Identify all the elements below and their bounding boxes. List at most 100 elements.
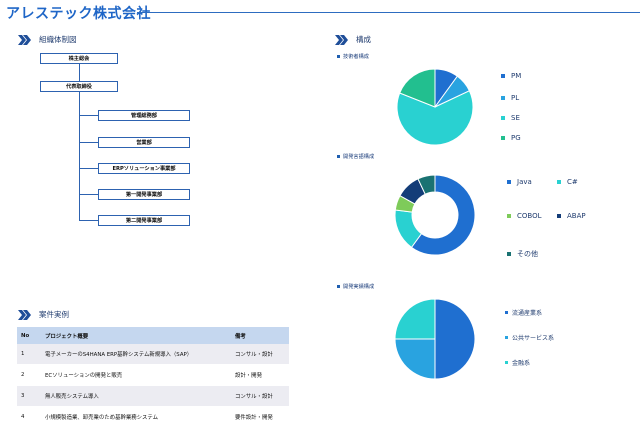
chart-label-engineers: 技術者構成 <box>337 53 369 60</box>
pie-slice-2 <box>394 338 436 380</box>
double-chevron-right-icon <box>335 34 348 45</box>
legend-swatch <box>507 252 511 256</box>
legend-label: PM <box>511 72 522 80</box>
composition-section-heading: 構成 <box>335 34 371 45</box>
legend-item: C# <box>557 178 578 186</box>
column-header: プロジェクト概要 <box>41 327 231 344</box>
dept-box-sales: 営業部 <box>98 137 190 148</box>
table-cell: 4 <box>17 406 41 428</box>
legend-item: COBOL <box>507 212 542 220</box>
dept-label: ERPソリューション事業部 <box>112 166 176 172</box>
dept-label: 第一開発事業部 <box>125 192 163 198</box>
column-header: No <box>17 327 41 344</box>
chart-label-results: 開発実績構成 <box>337 283 374 290</box>
table-cell: 3 <box>17 385 41 407</box>
chart-label-languages: 開発言語構成 <box>337 153 374 160</box>
legend-item: 金融系 <box>505 358 530 367</box>
legend-swatch <box>501 74 505 78</box>
table-row: 1 電子メーカーのS4HANA ERP基幹システム新規導入（SAP） コンサル・… <box>17 344 289 365</box>
legend-swatch <box>507 214 511 218</box>
legend-swatch <box>507 180 511 184</box>
legend-swatch <box>505 361 508 364</box>
page-title: アレステック株式会社 <box>6 6 151 22</box>
table-header-row: No プロジェクト概要 備考 <box>17 327 289 344</box>
ceo-label: 代表取締役 <box>66 84 92 90</box>
table-cell: 要件設計・開発 <box>231 406 289 428</box>
legend-label: C# <box>567 178 578 186</box>
chart-label-text: 技術者構成 <box>343 54 369 60</box>
legend-swatch <box>557 214 561 218</box>
table-cell: 小規模製造業、卸売業のため基幹業務システム <box>41 406 231 428</box>
table-cell: コンサル・設計 <box>231 385 289 407</box>
legend-swatch <box>505 336 508 339</box>
legend-label: その他 <box>517 250 538 258</box>
pie-slice-3 <box>394 298 436 340</box>
connector-line <box>79 168 98 169</box>
legend-item: 流通産業系 <box>505 308 542 317</box>
legend-label: SE <box>511 114 520 122</box>
cases-heading-text: 案件実例 <box>39 310 69 319</box>
dept-box-dev2: 第二開発事業部 <box>98 215 190 226</box>
title-divider <box>137 12 640 13</box>
dept-label: 第二開発事業部 <box>125 218 163 224</box>
cases-section-heading: 案件実例 <box>18 309 69 320</box>
legend-label: ABAP <box>567 212 586 220</box>
cases-table: No プロジェクト概要 備考 1 電子メーカーのS4HANA ERP基幹システム… <box>17 327 289 428</box>
table-cell: 1 <box>17 344 41 365</box>
table-row: 4 小規模製造業、卸売業のため基幹業務システム 要件設計・開発 <box>17 406 289 428</box>
donut-chart-languages <box>394 174 476 256</box>
ceo-box: 代表取締役 <box>40 81 118 92</box>
connector-line <box>79 64 80 81</box>
legend-label: 公共サービス系 <box>512 335 555 342</box>
legend-label: 流通産業系 <box>512 310 543 317</box>
table-row: 2 ECソリューションの開発と販売 設計・開発 <box>17 364 289 386</box>
legend-label: COBOL <box>517 212 542 220</box>
chart-label-text: 開発言語構成 <box>343 154 375 160</box>
shareholders-box: 株主総会 <box>40 53 118 64</box>
legend-label: 金融系 <box>512 360 531 367</box>
table-cell: 電子メーカーのS4HANA ERP基幹システム新規導入（SAP） <box>41 344 231 365</box>
legend-item: SE <box>501 114 520 122</box>
legend-label: PL <box>511 94 520 102</box>
dept-box-dev1: 第一開発事業部 <box>98 189 190 200</box>
table-cell: 設計・開発 <box>231 364 289 386</box>
legend-item: 公共サービス系 <box>505 333 554 342</box>
connector-line <box>79 92 80 220</box>
legend-swatch <box>501 116 505 120</box>
org-heading-text: 組織体制図 <box>39 35 77 44</box>
table-cell: 2 <box>17 364 41 386</box>
org-section-heading: 組織体制図 <box>18 34 77 45</box>
legend-swatch <box>505 311 508 314</box>
dept-box-admin: 管理総務部 <box>98 110 190 121</box>
dept-label: 営業部 <box>136 140 152 146</box>
connector-line <box>79 142 98 143</box>
table-cell: コンサル・設計 <box>231 344 289 365</box>
connector-line <box>79 220 98 221</box>
legend-item: PL <box>501 94 519 102</box>
bullet-square-icon <box>337 155 340 158</box>
table-row: 3 無人販売システム導入 コンサル・設計 <box>17 385 289 407</box>
legend-swatch <box>501 96 505 100</box>
legend-item: PG <box>501 134 521 142</box>
dept-label: 管理総務部 <box>131 113 157 119</box>
legend-item: Java <box>507 178 532 186</box>
legend-item: ABAP <box>557 212 586 220</box>
legend-item: その他 <box>507 249 538 259</box>
double-chevron-right-icon <box>18 309 31 320</box>
legend-label: PG <box>511 134 521 142</box>
bullet-square-icon <box>337 285 340 288</box>
pie-chart-engineers <box>396 68 474 146</box>
chart-label-text: 開発実績構成 <box>343 284 375 290</box>
connector-line <box>79 115 98 116</box>
connector-line <box>79 194 98 195</box>
table-cell: ECソリューションの開発と販売 <box>41 364 231 386</box>
pie-slice-1 <box>434 298 476 380</box>
legend-label: Java <box>517 178 532 186</box>
double-chevron-right-icon <box>18 34 31 45</box>
table-cell: 無人販売システム導入 <box>41 385 231 407</box>
legend-swatch <box>557 180 561 184</box>
shareholders-label: 株主総会 <box>68 56 90 62</box>
bullet-square-icon <box>337 55 340 58</box>
dept-box-erp: ERPソリューション事業部 <box>98 163 190 174</box>
legend-item: PM <box>501 72 521 80</box>
